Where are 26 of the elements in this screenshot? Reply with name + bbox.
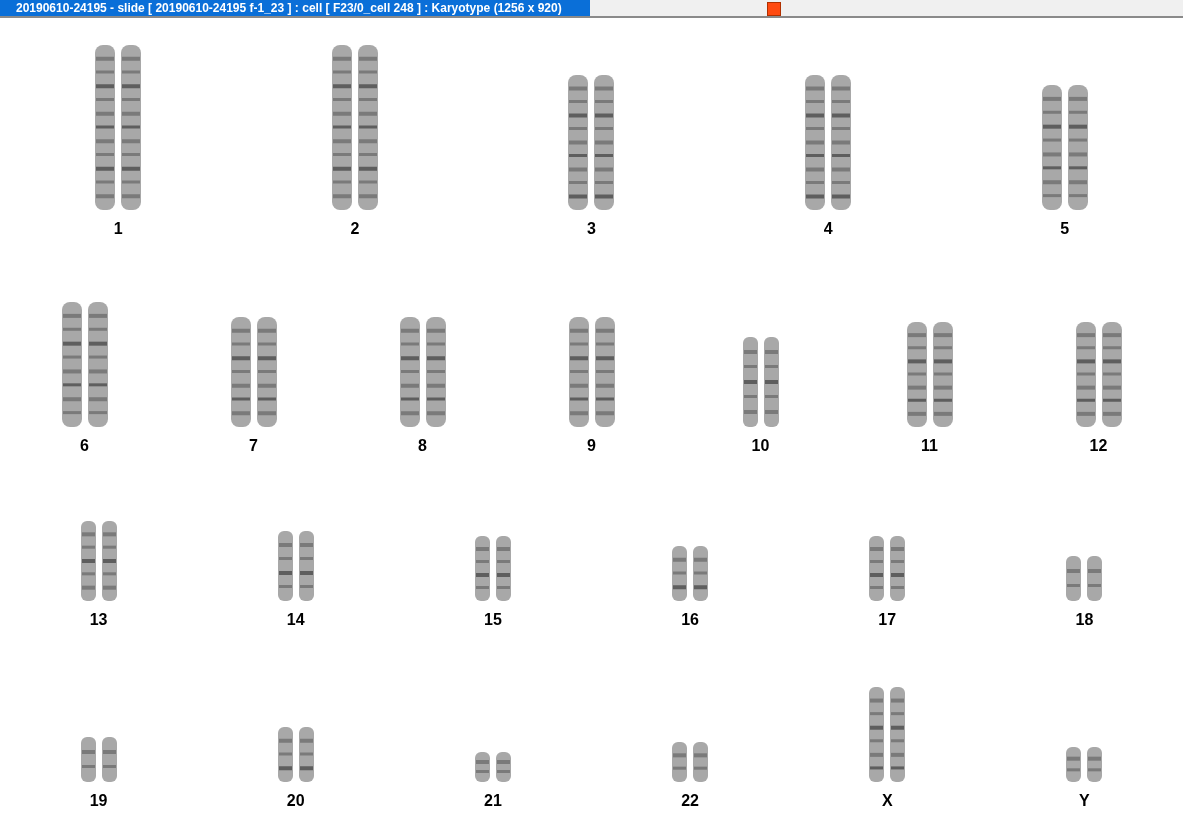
chromosome-label: 12	[1089, 437, 1108, 455]
chromosome-label: 19	[89, 792, 108, 810]
chromosome-label: X	[881, 792, 893, 810]
chromosome-label: 16	[681, 611, 699, 629]
chromosome-label: 3	[587, 220, 596, 238]
chromosome-label: 6	[80, 437, 89, 455]
chromosome-label: 22	[681, 792, 699, 810]
chromosome-label: 7	[249, 437, 258, 455]
chromosome-label: 8	[418, 437, 427, 455]
chromosome-label: 14	[286, 611, 305, 629]
chromosome-label: 11	[921, 437, 938, 455]
chromosome-label: 21	[484, 792, 502, 810]
chromosome-label: 17	[878, 611, 897, 629]
indicator-icon	[767, 2, 781, 16]
chromosome-label: 9	[587, 437, 596, 455]
window-title: 20190610-24195 - slide [ 20190610-24195 f-1_23 ] : cell [ F23/0_cell 248 ] : Karyotype (1256 x 920)	[0, 0, 590, 16]
chromosome-label: 1	[113, 220, 123, 238]
chromosome-label: 10	[751, 437, 770, 455]
chromosome-label: 18	[1075, 611, 1094, 629]
chromosome-label: 2	[350, 220, 360, 238]
chromosome-label: 20	[286, 792, 305, 810]
chromosome-label: 13	[89, 611, 108, 629]
chromosome-label: Y	[1079, 792, 1090, 810]
chromosome-label: 15	[484, 611, 502, 629]
chromosome-label: 4	[823, 220, 833, 238]
chromosome-label: 5	[1060, 220, 1070, 238]
